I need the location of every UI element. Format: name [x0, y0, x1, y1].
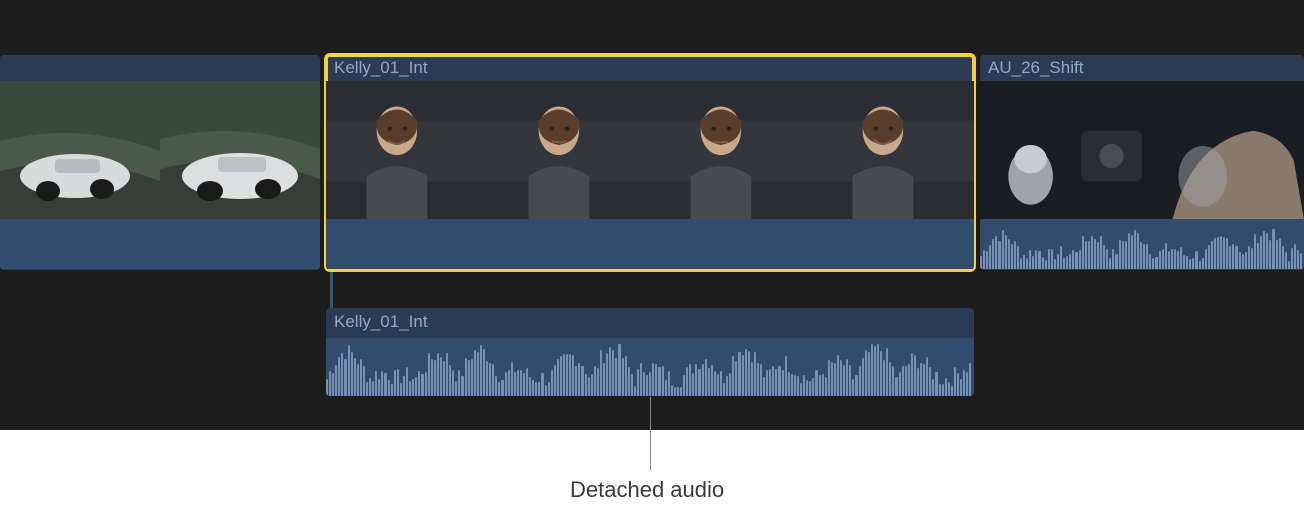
clip-thumbnail [0, 81, 160, 219]
clip-title: Kelly_01_Int [326, 55, 974, 81]
clip-filmstrip [326, 81, 974, 219]
clip-thumbnail [812, 81, 974, 219]
waveform-icon [326, 338, 974, 396]
clip-thumbnail [650, 81, 812, 219]
primary-storyline[interactable]: Kelly_01_Int [0, 55, 1304, 275]
callout-label: Detached audio [570, 477, 724, 503]
timeline-ruler-area [0, 0, 1304, 55]
clip-thumbnail [980, 81, 1142, 219]
clip-filmstrip [980, 81, 1304, 219]
audio-clip-title: Kelly_01_Int [326, 308, 974, 338]
detached-audio-clip[interactable]: Kelly_01_Int [326, 308, 974, 396]
clip-thumbnail [160, 81, 320, 219]
timeline[interactable]: Kelly_01_Int [0, 0, 1304, 430]
clip-title: AU_26_Shift [980, 55, 1304, 81]
clip-thumbnail [1142, 81, 1304, 219]
callout-line [650, 397, 651, 470]
clip-audio-lane [980, 219, 1304, 269]
audio-waveform [326, 338, 974, 396]
video-clip[interactable] [0, 55, 320, 270]
clip-thumbnail [488, 81, 650, 219]
clip-connector [330, 270, 333, 308]
clip-thumbnail [326, 81, 488, 219]
clip-filmstrip [0, 81, 320, 219]
waveform-icon [980, 219, 1304, 269]
clip-audio-lane [0, 219, 320, 269]
clip-title [0, 55, 320, 81]
clip-audio-lane-empty [326, 219, 974, 269]
video-clip-selected[interactable]: Kelly_01_Int [326, 55, 974, 270]
video-clip[interactable]: AU_26_Shift [980, 55, 1304, 270]
